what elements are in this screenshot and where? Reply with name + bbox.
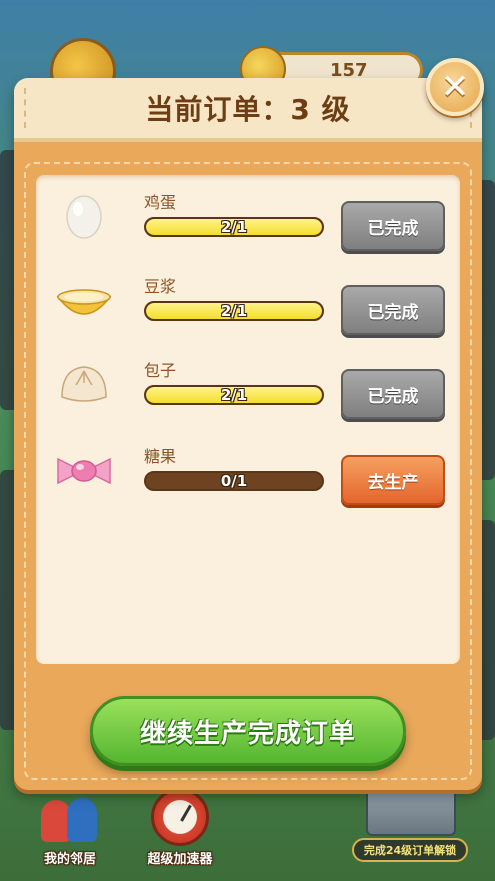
neighbors-icon <box>35 790 105 846</box>
egg-icon <box>54 191 114 241</box>
candy-icon <box>54 445 114 495</box>
unlock-requirement: 完成24级订单解锁 <box>352 838 468 862</box>
neighbors-button[interactable]: 我的邻居 <box>28 790 112 867</box>
progress-bar: 2/1 <box>144 385 324 405</box>
soy-milk-bowl-icon <box>54 275 114 325</box>
close-x-icon: ✕ <box>440 67 470 107</box>
super-booster-label: 超级加速器 <box>147 852 213 867</box>
progress-bar: 2/1 <box>144 301 324 321</box>
progress-text: 2/1 <box>220 386 248 404</box>
modal-header: 当前订单：3 级 <box>14 78 482 142</box>
order-row-steamed-bun: 包子 2/1 已完成 <box>36 347 460 419</box>
neighbors-label: 我的邻居 <box>43 852 96 867</box>
completed-button[interactable]: 已完成 <box>341 369 445 419</box>
go-produce-button[interactable]: 去生产 <box>341 455 445 505</box>
progress-bar: 0/1 <box>144 471 324 491</box>
progress-text: 2/1 <box>220 302 248 320</box>
modal-title: 当前订单：3 级 <box>145 93 351 126</box>
progress-bar: 2/1 <box>144 217 324 237</box>
order-row-soy-milk: 豆浆 2/1 已完成 <box>36 263 460 335</box>
steamed-bun-icon <box>54 359 114 409</box>
item-name: 包子 <box>144 361 177 380</box>
progress-text: 0/1 <box>220 472 248 490</box>
item-name: 糖果 <box>144 447 177 466</box>
order-row-egg: 鸡蛋 2/1 已完成 <box>36 179 460 251</box>
item-name: 豆浆 <box>144 277 177 296</box>
order-list: 鸡蛋 2/1 已完成 豆浆 2/1 已完成 包子 2/1 已完成 糖果 0/1 … <box>36 175 460 664</box>
continue-production-button[interactable]: 继续生产完成订单 <box>90 696 406 766</box>
close-button[interactable]: ✕ <box>426 58 484 116</box>
completed-button[interactable]: 已完成 <box>341 201 445 251</box>
super-booster-button[interactable]: 超级加速器 <box>130 788 230 867</box>
continue-production-label: 继续生产完成订单 <box>139 718 356 749</box>
completed-button[interactable]: 已完成 <box>341 285 445 335</box>
progress-text: 2/1 <box>220 218 248 236</box>
item-name: 鸡蛋 <box>144 193 177 212</box>
order-row-candy: 糖果 0/1 去生产 <box>36 433 460 505</box>
stopwatch-icon <box>151 788 209 846</box>
